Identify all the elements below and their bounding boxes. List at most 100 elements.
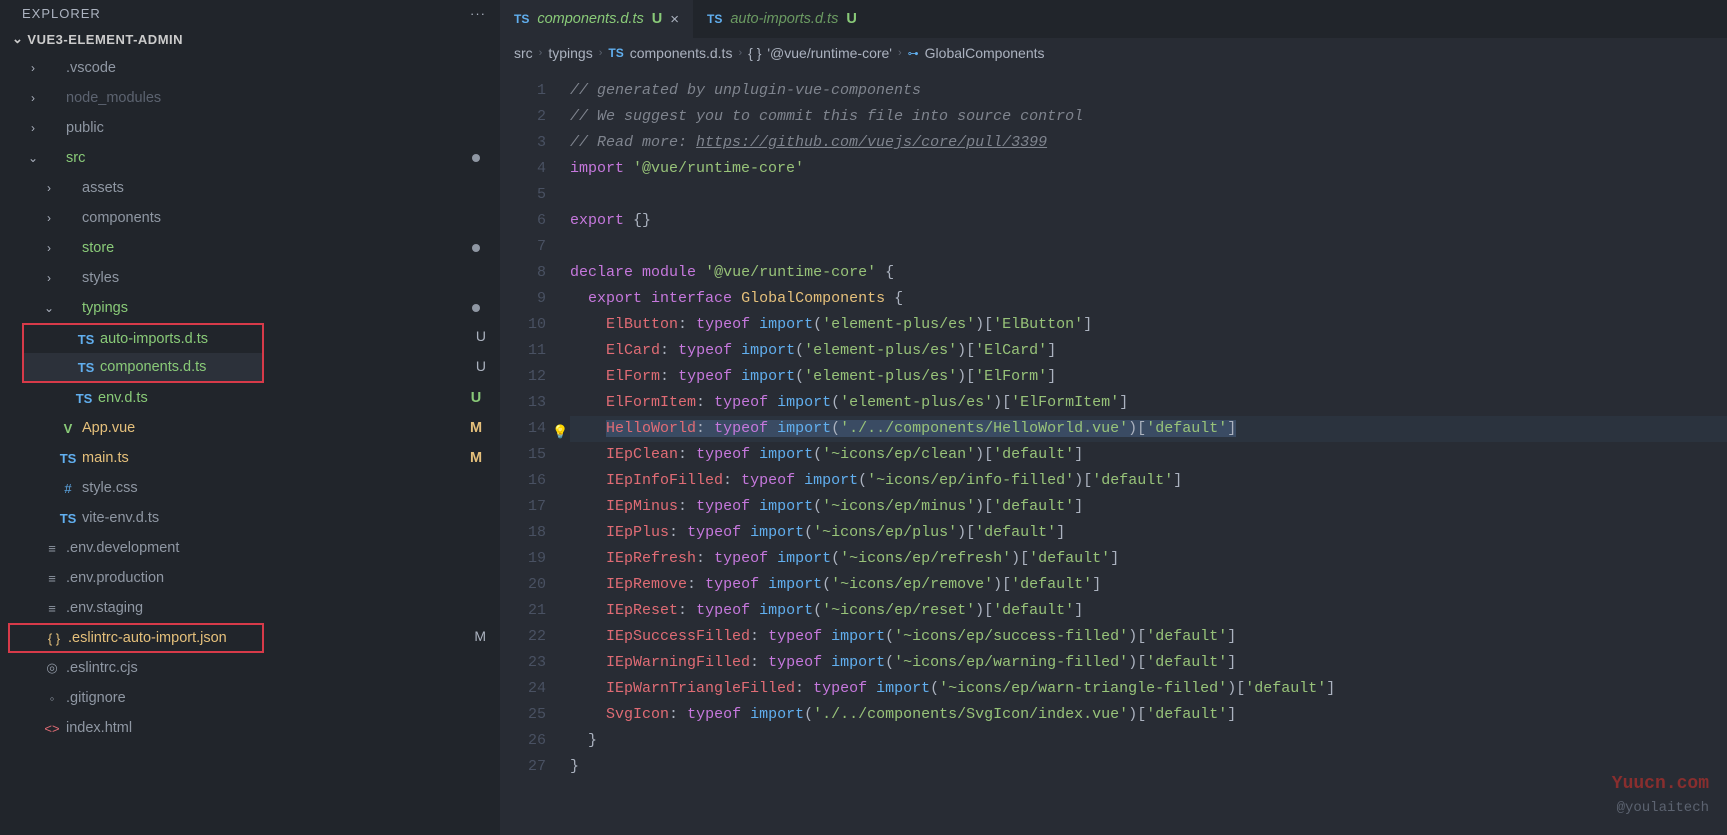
chevron-down-icon: ⌄: [26, 151, 40, 165]
tree-item-label: App.vue: [82, 420, 466, 436]
tree-item[interactable]: #style.css: [0, 473, 500, 503]
workspace-header[interactable]: ⌄ VUE3-ELEMENT-ADMIN: [0, 27, 500, 51]
list-icon-icon: ≡: [42, 601, 62, 616]
tree-item[interactable]: ◦ .gitignore: [0, 683, 500, 713]
tab-filename: auto-imports.d.ts: [730, 11, 838, 27]
code-line[interactable]: }: [570, 728, 1727, 754]
gear-icon-icon: ◎: [42, 660, 62, 676]
breadcrumb[interactable]: src › typings › TS components.d.ts › { }…: [500, 38, 1727, 68]
code-content[interactable]: // generated by unplugin-vue-components/…: [570, 68, 1727, 835]
chevron-right-icon: ›: [539, 47, 543, 59]
tree-item[interactable]: { }.eslintrc-auto-import.json: [8, 623, 264, 653]
tree-item[interactable]: ⌄ src: [0, 143, 500, 173]
tree-item-label: components: [82, 210, 486, 226]
git-status-badge: U: [466, 390, 486, 406]
line-number: 16: [500, 468, 546, 494]
code-line[interactable]: // generated by unplugin-vue-components: [570, 78, 1727, 104]
tree-item-label: store: [82, 240, 472, 256]
code-line[interactable]: IEpRemove: typeof import('~icons/ep/remo…: [570, 572, 1727, 598]
line-number: 13: [500, 390, 546, 416]
code-line[interactable]: import '@vue/runtime-core': [570, 156, 1727, 182]
code-line[interactable]: declare module '@vue/runtime-core' {: [570, 260, 1727, 286]
code-line[interactable]: IEpPlus: typeof import('~icons/ep/plus')…: [570, 520, 1727, 546]
line-gutter: 1234567891011121314💡15161718192021222324…: [500, 68, 570, 835]
code-line[interactable]: ElCard: typeof import('element-plus/es')…: [570, 338, 1727, 364]
tree-item[interactable]: VApp.vueM: [0, 413, 500, 443]
code-line[interactable]: IEpRefresh: typeof import('~icons/ep/ref…: [570, 546, 1727, 572]
tree-item[interactable]: ›styles: [0, 263, 500, 293]
code-line[interactable]: export {}: [570, 208, 1727, 234]
suppress-icon-icon: ◦: [42, 691, 62, 706]
code-line[interactable]: HelloWorld: typeof import('./../componen…: [570, 416, 1727, 442]
code-line[interactable]: }: [570, 754, 1727, 780]
git-status-badge: U: [476, 328, 486, 344]
list-icon-icon: ≡: [42, 571, 62, 586]
editor-tab[interactable]: TSauto-imports.d.tsU: [693, 0, 871, 38]
tree-item[interactable]: TSenv.d.tsU: [0, 383, 500, 413]
tree-item[interactable]: <>index.html: [0, 713, 500, 743]
editor-pane: TScomponents.d.tsU×TSauto-imports.d.tsU …: [500, 0, 1727, 835]
tree-item[interactable]: TSauto-imports.d.ts: [22, 323, 264, 353]
breadcrumb-item[interactable]: components.d.ts: [630, 45, 733, 61]
tree-item[interactable]: ›node_modules: [0, 83, 500, 113]
vue-icon-icon: V: [58, 421, 78, 436]
tree-item[interactable]: ≡.env.production: [0, 563, 500, 593]
code-editor[interactable]: 1234567891011121314💡15161718192021222324…: [500, 68, 1727, 835]
code-line[interactable]: SvgIcon: typeof import('./../components/…: [570, 702, 1727, 728]
breadcrumb-item[interactable]: typings: [548, 45, 592, 61]
tree-item[interactable]: ›assets: [0, 173, 500, 203]
code-line[interactable]: IEpClean: typeof import('~icons/ep/clean…: [570, 442, 1727, 468]
code-line[interactable]: ElForm: typeof import('element-plus/es')…: [570, 364, 1727, 390]
code-line[interactable]: ElButton: typeof import('element-plus/es…: [570, 312, 1727, 338]
code-line[interactable]: // Read more: https://github.com/vuejs/c…: [570, 130, 1727, 156]
git-status-badge: M: [474, 628, 486, 644]
modified-dot-icon: [472, 304, 480, 312]
close-icon[interactable]: ×: [670, 11, 679, 28]
tree-item[interactable]: ⌄typings: [0, 293, 500, 323]
line-number: 3: [500, 130, 546, 156]
tree-item[interactable]: ◎.eslintrc.cjs: [0, 653, 500, 683]
lightbulb-icon[interactable]: 💡: [552, 420, 568, 446]
file-tree: ›.vscode›node_modules›public⌄src›assets›…: [0, 51, 500, 835]
editor-tab[interactable]: TScomponents.d.tsU×: [500, 0, 693, 38]
explorer-header: EXPLORER ···: [0, 0, 500, 27]
more-icon[interactable]: ···: [470, 6, 486, 21]
code-line[interactable]: IEpMinus: typeof import('~icons/ep/minus…: [570, 494, 1727, 520]
chevron-right-icon: ›: [26, 61, 40, 75]
code-line[interactable]: IEpSuccessFilled: typeof import('~icons/…: [570, 624, 1727, 650]
code-line[interactable]: IEpWarnTriangleFilled: typeof import('~i…: [570, 676, 1727, 702]
tree-item[interactable]: TSvite-env.d.ts: [0, 503, 500, 533]
list-icon-icon: ≡: [42, 541, 62, 556]
code-line[interactable]: IEpWarningFilled: typeof import('~icons/…: [570, 650, 1727, 676]
code-line[interactable]: IEpReset: typeof import('~icons/ep/reset…: [570, 598, 1727, 624]
tree-item[interactable]: › components: [0, 203, 500, 233]
module-icon: { }: [748, 45, 761, 61]
tree-item-label: .vscode: [66, 60, 486, 76]
breadcrumb-item[interactable]: src: [514, 45, 533, 61]
chevron-right-icon: ›: [42, 211, 56, 225]
tree-item-label: src: [66, 150, 472, 166]
tree-item-label: .gitignore: [66, 690, 486, 706]
chevron-down-icon: ⌄: [12, 31, 23, 47]
interface-icon: ⊶: [908, 47, 919, 60]
tree-item[interactable]: TSmain.tsM: [0, 443, 500, 473]
tree-item[interactable]: ›store: [0, 233, 500, 263]
breadcrumb-item[interactable]: GlobalComponents: [925, 45, 1045, 61]
tree-item-label: styles: [82, 270, 486, 286]
modified-dot-icon: [472, 244, 480, 252]
git-status-badge: U: [476, 358, 486, 374]
code-line[interactable]: IEpInfoFilled: typeof import('~icons/ep/…: [570, 468, 1727, 494]
tree-item[interactable]: ›public: [0, 113, 500, 143]
chevron-right-icon: ›: [898, 47, 902, 59]
breadcrumb-item[interactable]: '@vue/runtime-core': [767, 45, 892, 61]
tree-item[interactable]: TScomponents.d.ts: [22, 353, 264, 383]
tree-item[interactable]: ≡.env.staging: [0, 593, 500, 623]
code-line[interactable]: [570, 234, 1727, 260]
code-line[interactable]: [570, 182, 1727, 208]
code-line[interactable]: export interface GlobalComponents {: [570, 286, 1727, 312]
chevron-right-icon: ›: [599, 47, 603, 59]
code-line[interactable]: // We suggest you to commit this file in…: [570, 104, 1727, 130]
tree-item[interactable]: ≡.env.development: [0, 533, 500, 563]
tree-item[interactable]: › .vscode: [0, 53, 500, 83]
code-line[interactable]: ElFormItem: typeof import('element-plus/…: [570, 390, 1727, 416]
